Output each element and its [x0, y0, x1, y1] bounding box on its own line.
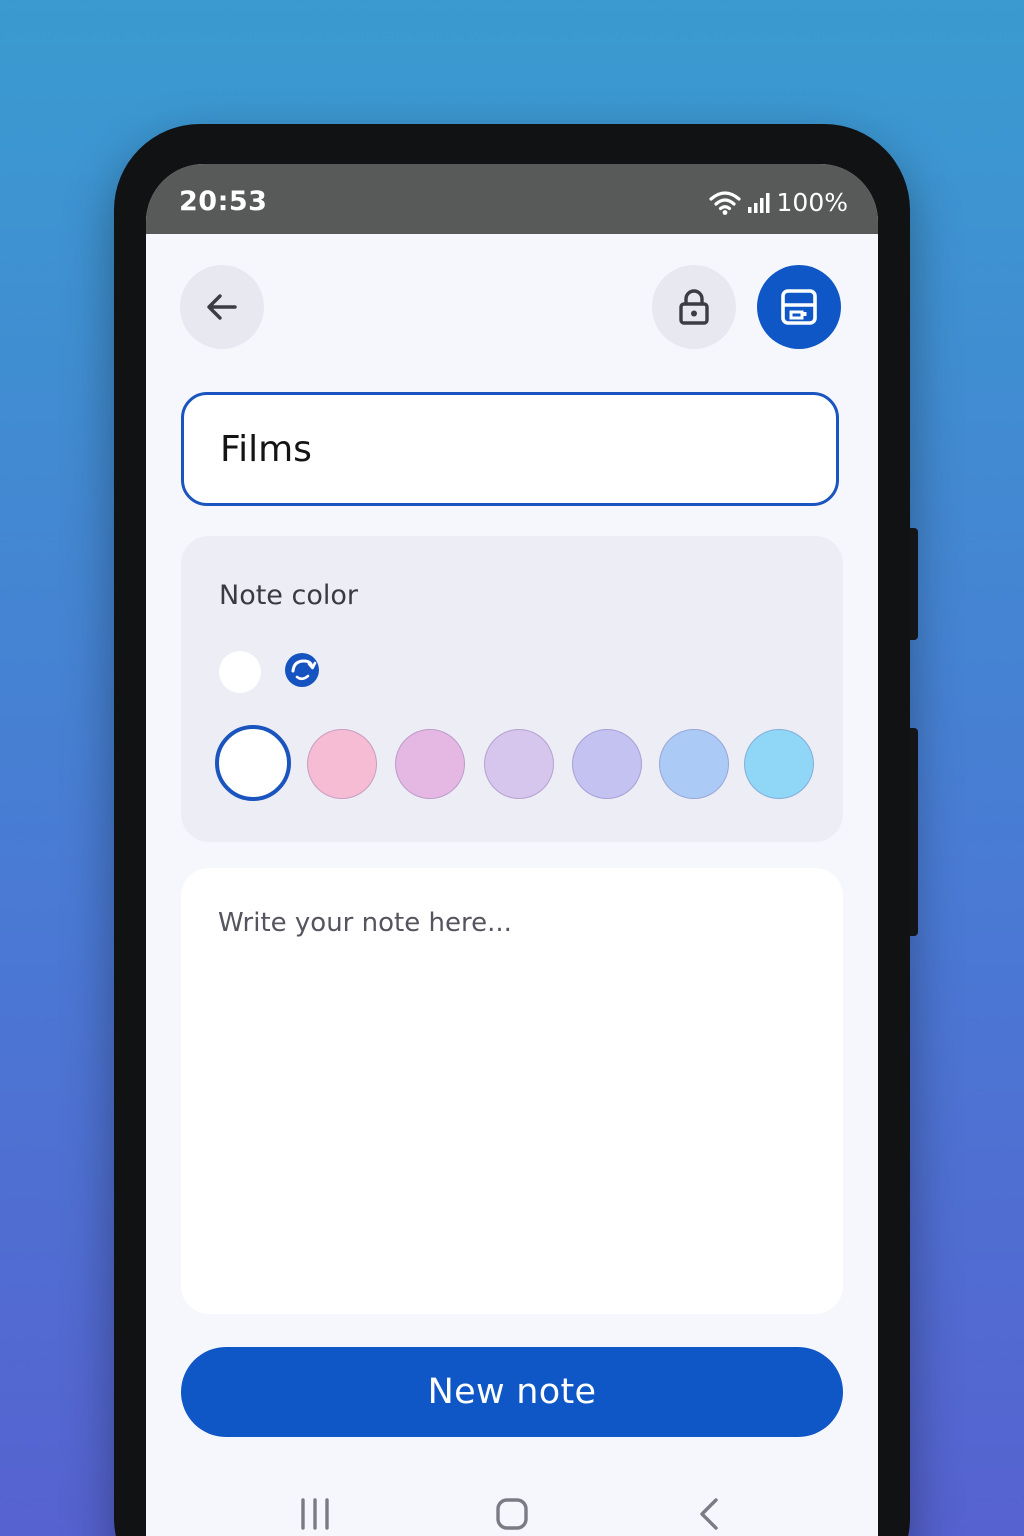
status-time: 20:53 [179, 186, 268, 217]
phone-frame: 20:53 100% Films Note color Write your n… [114, 124, 918, 1536]
arrow-left-icon [207, 294, 237, 320]
status-bar: 20:53 100% [146, 164, 878, 234]
battery-level: 100% [776, 188, 848, 217]
screen: 20:53 100% Films Note color Write your n… [146, 164, 878, 1536]
color-swatch[interactable] [307, 729, 377, 799]
save-button[interactable] [757, 265, 841, 349]
color-swatch[interactable] [744, 729, 814, 799]
color-swatch[interactable] [395, 729, 465, 799]
default-color-option[interactable] [219, 651, 261, 693]
lock-icon [679, 289, 709, 325]
custom-color-icon[interactable] [283, 651, 321, 689]
color-swatch[interactable] [215, 725, 291, 801]
color-swatch[interactable] [484, 729, 554, 799]
back-nav-icon[interactable] [690, 1494, 730, 1534]
note-body-input[interactable]: Write your note here... [181, 868, 843, 1314]
status-indicators: 100% [708, 188, 848, 217]
note-color-label: Note color [219, 580, 358, 611]
wifi-icon [708, 190, 741, 215]
new-note-button[interactable]: New note [181, 1347, 843, 1437]
signal-icon [747, 192, 770, 213]
note-color-panel: Note color [181, 536, 843, 842]
power-button [910, 528, 918, 640]
save-icon [781, 289, 817, 325]
note-title-value: Films [220, 428, 312, 470]
system-nav-bar [146, 1480, 878, 1536]
note-body-placeholder: Write your note here... [218, 908, 512, 938]
volume-button [910, 728, 918, 936]
back-button[interactable] [180, 265, 264, 349]
lock-button[interactable] [652, 265, 736, 349]
color-swatch[interactable] [659, 729, 729, 799]
color-swatch[interactable] [572, 729, 642, 799]
note-title-input[interactable]: Films [181, 392, 839, 506]
recent-apps-icon[interactable] [295, 1494, 335, 1534]
home-icon[interactable] [492, 1494, 532, 1534]
